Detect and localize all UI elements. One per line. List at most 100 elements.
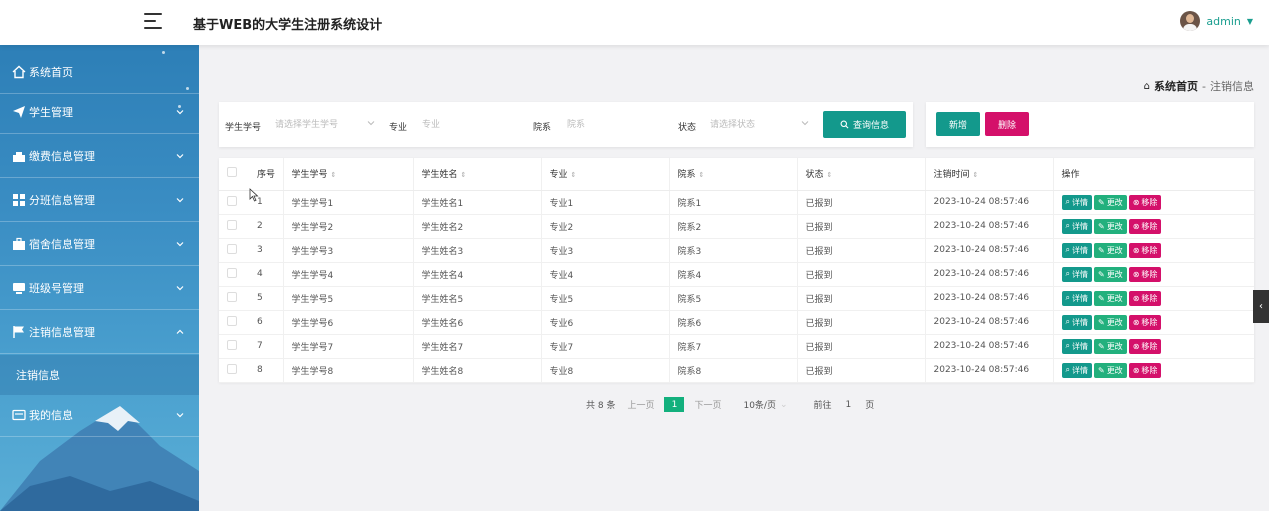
- row-checkbox[interactable]: [219, 310, 249, 335]
- status-select[interactable]: [710, 118, 800, 132]
- goto-unit: 页: [865, 401, 875, 411]
- cancel-time-cell: 2023-10-24 08:57:46: [924, 310, 1053, 335]
- remove-button[interactable]: ⊗ 移除: [1128, 218, 1162, 234]
- caret-down-icon[interactable]: ▼: [1247, 17, 1253, 26]
- remove-button[interactable]: ⊗ 移除: [1128, 194, 1162, 210]
- college-cell: 院系1: [668, 190, 797, 215]
- breadcrumb-separator: -: [1202, 79, 1206, 93]
- page-number-current[interactable]: 1: [664, 397, 685, 412]
- remove-button[interactable]: ⊗ 移除: [1128, 338, 1162, 354]
- menu-toggle-icon[interactable]: [144, 13, 162, 29]
- sidebar-item-student[interactable]: 学生管理: [0, 90, 199, 134]
- remove-button[interactable]: ⊗ 移除: [1128, 314, 1162, 330]
- row-checkbox[interactable]: [219, 286, 249, 311]
- student-no-cell: 学生学号2: [282, 214, 413, 239]
- student-no-select[interactable]: [275, 118, 365, 132]
- remove-button[interactable]: ⊗ 移除: [1128, 362, 1162, 378]
- col-header-cancel-time[interactable]: 注销时间 ⇕: [924, 158, 1053, 191]
- detail-button[interactable]: ⌕ 详情: [1061, 290, 1092, 306]
- college-input[interactable]: [567, 118, 662, 132]
- sidebar-item-home[interactable]: 系统首页: [0, 50, 199, 94]
- sidebar-item-dorm[interactable]: 宿舍信息管理: [0, 222, 199, 266]
- status-cell: 已报到: [796, 190, 925, 215]
- sidebar-item-payment[interactable]: 缴费信息管理: [0, 134, 199, 178]
- breadcrumb-home[interactable]: 系统首页: [1154, 78, 1198, 94]
- edit-button[interactable]: ✎ 更改: [1093, 338, 1127, 354]
- row-checkbox[interactable]: [219, 358, 249, 383]
- next-page-button[interactable]: 下一页: [694, 398, 721, 411]
- delete-button[interactable]: 删除: [985, 112, 1029, 136]
- row-checkbox[interactable]: [219, 262, 249, 287]
- col-header-student-no[interactable]: 学生学号 ⇕: [282, 158, 413, 191]
- edit-button[interactable]: ✎ 更改: [1093, 314, 1127, 330]
- detail-button[interactable]: ⌕ 详情: [1061, 242, 1092, 258]
- actions-cell: ⌕ 详情 ✎ 更改 ⊗ 移除: [1052, 286, 1254, 311]
- col-header-actions: 操作: [1052, 158, 1254, 191]
- edit-button[interactable]: ✎ 更改: [1093, 242, 1127, 258]
- remove-button[interactable]: ⊗ 移除: [1128, 266, 1162, 282]
- college-cell: 院系7: [668, 334, 797, 359]
- college-cell: 院系5: [668, 286, 797, 311]
- sidebar-item-my-info[interactable]: 我的信息: [0, 393, 199, 437]
- page-size-select[interactable]: 10条/页: [743, 398, 776, 411]
- edit-button[interactable]: ✎ 更改: [1093, 362, 1127, 378]
- table-row: 2 学生学号2 学生姓名2 专业2 院系2 已报到 2023-10-24 08:57:46 ⌕…: [219, 214, 1254, 239]
- search-icon: [840, 120, 849, 129]
- app-title: 基于WEB的大学生注册系统设计: [193, 18, 383, 33]
- major-cell: 专业6: [540, 310, 669, 335]
- detail-button[interactable]: ⌕ 详情: [1061, 266, 1092, 282]
- sidebar-item-label: 缴费信息管理: [29, 149, 95, 163]
- student-name-cell: 学生姓名3: [412, 238, 541, 263]
- edit-button[interactable]: ✎ 更改: [1093, 266, 1127, 282]
- sidebar-item-class-assign[interactable]: 分班信息管理: [0, 178, 199, 222]
- prev-page-button[interactable]: 上一页: [627, 398, 654, 411]
- edit-button[interactable]: ✎ 更改: [1093, 194, 1127, 210]
- status-cell: 已报到: [796, 334, 925, 359]
- table-header-row: 序号 学生学号 ⇕ 学生姓名 ⇕ 专业 ⇕ 院系 ⇕ 状态 ⇕ 注销时间 ⇕ 操作: [219, 158, 1254, 191]
- student-name-cell: 学生姓名5: [412, 286, 541, 311]
- delete-button-label: 删除: [997, 120, 1016, 131]
- detail-button[interactable]: ⌕ 详情: [1061, 338, 1092, 354]
- chevron-down-icon: [367, 121, 375, 126]
- detail-button[interactable]: ⌕ 详情: [1061, 362, 1092, 378]
- detail-button[interactable]: ⌕ 详情: [1061, 218, 1092, 234]
- major-cell: 专业5: [540, 286, 669, 311]
- side-panel-toggle[interactable]: ‹: [1253, 290, 1269, 323]
- row-checkbox[interactable]: [219, 334, 249, 359]
- edit-button[interactable]: ✎ 更改: [1093, 218, 1127, 234]
- sort-icon: ⇕: [698, 171, 705, 180]
- query-button[interactable]: 查询信息: [823, 111, 906, 138]
- row-checkbox[interactable]: [219, 238, 249, 263]
- remove-button[interactable]: ⊗ 移除: [1128, 242, 1162, 258]
- chevron-down-icon: [176, 197, 184, 202]
- actions-cell: ⌕ 详情 ✎ 更改 ⊗ 移除: [1052, 262, 1254, 287]
- row-checkbox[interactable]: [219, 214, 249, 239]
- row-checkbox[interactable]: [219, 190, 249, 215]
- remove-button[interactable]: ⊗ 移除: [1128, 290, 1162, 306]
- col-header-college[interactable]: 院系 ⇕: [668, 158, 797, 191]
- add-button[interactable]: 新增: [936, 112, 980, 136]
- edit-button[interactable]: ✎ 更改: [1093, 290, 1127, 306]
- sidebar-item-label: 班级号管理: [29, 281, 84, 295]
- sidebar-subitem-cancel-info[interactable]: 注销信息: [0, 355, 199, 395]
- col-header-major[interactable]: 专业 ⇕: [540, 158, 669, 191]
- student-name-cell: 学生姓名2: [412, 214, 541, 239]
- col-header-status[interactable]: 状态 ⇕: [796, 158, 925, 191]
- status-cell: 已报到: [796, 214, 925, 239]
- goto-input[interactable]: 1: [846, 400, 852, 410]
- user-menu[interactable]: admin ▼: [1180, 11, 1253, 31]
- sidebar-item-class-no[interactable]: 班级号管理: [0, 266, 199, 310]
- sidebar-item-label: 我的信息: [29, 408, 73, 422]
- pencil-icon: ✎: [1097, 269, 1105, 279]
- major-input[interactable]: [422, 118, 517, 132]
- select-all-checkbox[interactable]: [219, 158, 249, 191]
- detail-button[interactable]: ⌕ 详情: [1061, 314, 1092, 330]
- table-row: 1 学生学号1 学生姓名1 专业1 院系1 已报到 2023-10-24 08:57:46 ⌕…: [219, 190, 1254, 215]
- sidebar-item-cancel-mgmt[interactable]: 注销信息管理: [0, 310, 199, 354]
- avatar[interactable]: [1180, 11, 1201, 31]
- detail-button[interactable]: ⌕ 详情: [1061, 194, 1092, 210]
- user-name[interactable]: admin: [1206, 15, 1240, 28]
- close-circle-icon: ⊗: [1132, 221, 1140, 231]
- chevron-down-icon: [176, 285, 184, 290]
- col-header-student-name[interactable]: 学生姓名 ⇕: [412, 158, 541, 191]
